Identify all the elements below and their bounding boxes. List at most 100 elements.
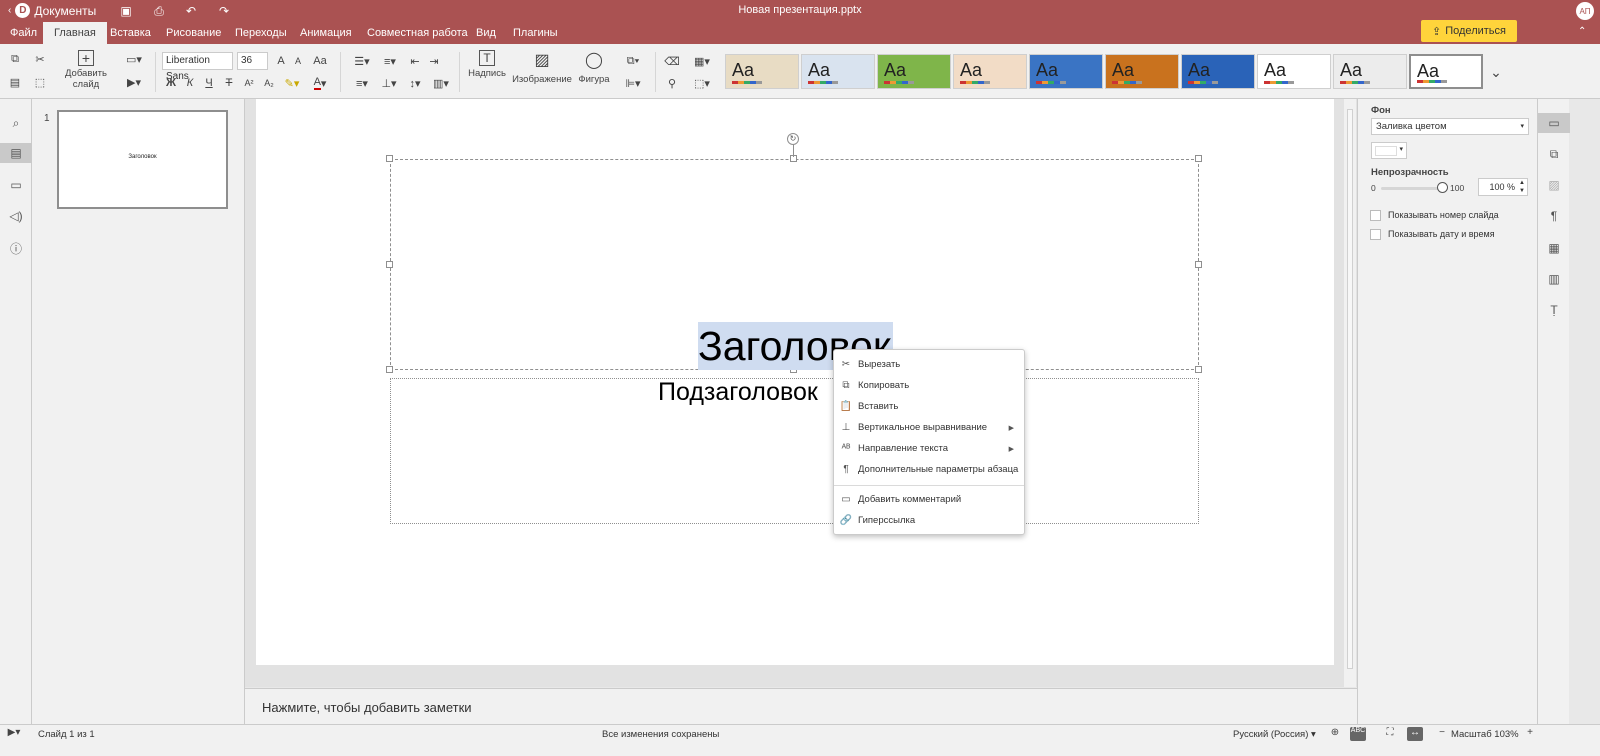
copy-style-icon[interactable]: ⚲ <box>662 73 682 93</box>
rotate-handle-icon[interactable]: ↻ <box>787 133 799 145</box>
bullets-icon[interactable]: ☰▾ <box>349 51 375 71</box>
numbering-icon[interactable]: ≡▾ <box>377 51 403 71</box>
font-name-select[interactable]: Liberation Sans <box>162 52 233 82</box>
theme-thumbnail[interactable]: Aa <box>725 54 799 89</box>
save-icon[interactable]: ▣ <box>118 3 134 19</box>
collapse-ribbon-icon[interactable]: ⌃ <box>1578 26 1586 37</box>
zoom-out-icon[interactable]: − <box>1434 727 1450 741</box>
context-menu-item[interactable]: ✂ Вырезать <box>834 354 1024 375</box>
start-slideshow-icon[interactable]: ▶▾ <box>122 72 146 92</box>
zoom-level[interactable]: Масштаб 103% <box>1451 729 1519 740</box>
insert-shape-button[interactable]: ◯ Фигура <box>573 50 615 85</box>
show-date-time-checkbox[interactable] <box>1370 229 1381 240</box>
highlight-color-icon[interactable]: ✎▾ <box>279 73 305 93</box>
theme-thumbnail[interactable]: Aa <box>1257 54 1331 89</box>
slide-size-icon[interactable]: ⬚▾ <box>689 73 715 93</box>
color-scheme-icon[interactable]: ▦▾ <box>689 51 715 71</box>
slides-panel-icon[interactable]: ▤ <box>0 143 32 163</box>
search-icon[interactable]: ⌕ <box>6 113 26 133</box>
align-shape-icon[interactable]: ⊫▾ <box>620 73 646 93</box>
context-menu-item[interactable]: ⊥ Вертикальное выравнивание ▶ <box>834 417 1024 438</box>
decrease-font-icon[interactable]: A <box>288 51 308 71</box>
app-logo[interactable]: ‹ D Документы <box>8 3 96 18</box>
tab-home[interactable]: Главная <box>43 22 107 44</box>
spinner-arrows-icon[interactable]: ▲ ▼ <box>1519 179 1525 195</box>
theme-thumbnail[interactable]: Aa <box>953 54 1027 89</box>
italic-button[interactable]: К <box>180 73 200 93</box>
arrange-icon[interactable]: ⧉▾ <box>620 51 646 71</box>
copy-icon[interactable]: ⧉ <box>5 49 25 69</box>
tab-animation[interactable]: Анимация <box>298 22 354 44</box>
comments-icon[interactable]: ▭ <box>6 175 26 195</box>
vertical-scrollbar[interactable] <box>1344 99 1356 687</box>
undo-icon[interactable]: ↶ <box>183 3 199 19</box>
print-icon[interactable]: ⎙ <box>151 3 167 19</box>
context-menu-item[interactable]: 📋 Вставить <box>834 396 1024 417</box>
slide-layout-icon[interactable]: ▭▾ <box>122 49 146 69</box>
theme-thumbnail[interactable]: Aa <box>1409 54 1483 89</box>
context-menu-item[interactable]: ¶ Дополнительные параметры абзаца <box>834 459 1024 480</box>
horizontal-align-icon[interactable]: ≡▾ <box>349 73 375 93</box>
theme-thumbnail[interactable]: Aa <box>801 54 875 89</box>
show-slide-number-checkbox[interactable] <box>1370 210 1381 221</box>
theme-thumbnail[interactable]: Aa <box>1105 54 1179 89</box>
slide-settings-icon[interactable]: ▭ <box>1538 113 1570 133</box>
superscript-button[interactable]: A² <box>239 73 259 93</box>
about-icon[interactable]: ⓘ <box>6 238 26 258</box>
select-all-icon[interactable]: ⬚ <box>30 72 50 92</box>
fit-width-icon[interactable]: ↔ <box>1407 727 1423 741</box>
theme-thumbnail[interactable]: Aa <box>1181 54 1255 89</box>
tab-insert[interactable]: Вставка <box>108 22 153 44</box>
cut-icon[interactable]: ✂ <box>30 49 50 69</box>
theme-thumbnail[interactable]: Aa <box>1333 54 1407 89</box>
increase-indent-icon[interactable]: ⇥ <box>424 51 444 71</box>
opacity-slider[interactable] <box>1381 187 1443 190</box>
slide-subtitle-text[interactable]: Подзаголовок <box>658 378 818 407</box>
feedback-icon[interactable]: ◁) <box>6 206 26 226</box>
tab-plugins[interactable]: Плагины <box>511 22 560 44</box>
shape-settings-icon[interactable]: ⧉ <box>1544 144 1564 164</box>
theme-thumbnail[interactable]: Aa <box>1029 54 1103 89</box>
slideshow-icon[interactable]: ▶▾ <box>6 727 22 741</box>
text-art-settings-icon[interactable]: Ṭ <box>1544 300 1564 320</box>
tab-collaboration[interactable]: Совместная работа <box>365 22 470 44</box>
vertical-align-icon[interactable]: ⊥▾ <box>377 73 401 93</box>
themes-more-icon[interactable]: ⌄ <box>1484 60 1508 84</box>
spellcheck-icon[interactable]: ABC <box>1350 727 1366 741</box>
decrease-indent-icon[interactable]: ⇤ <box>405 51 425 71</box>
font-size-select[interactable]: 36 <box>237 52 268 70</box>
insert-image-button[interactable]: ▨ Изображение <box>512 50 572 85</box>
slide-thumbnail[interactable]: Заголовок <box>57 110 228 209</box>
opacity-input[interactable]: 100 % ▲ ▼ <box>1478 178 1528 196</box>
strikethrough-button[interactable]: Т <box>219 73 239 93</box>
tab-transitions[interactable]: Переходы <box>233 22 289 44</box>
font-color-icon[interactable]: A ▾ <box>307 73 333 93</box>
chart-settings-icon[interactable]: ▥ <box>1544 269 1564 289</box>
line-spacing-icon[interactable]: ↕▾ <box>403 73 427 93</box>
globe-icon[interactable]: ⊕ <box>1327 727 1343 741</box>
image-settings-icon[interactable]: ▨ <box>1544 175 1564 195</box>
context-menu-item[interactable]: ⧉ Копировать <box>834 375 1024 396</box>
fit-slide-icon[interactable]: ⛶ <box>1382 727 1398 741</box>
insert-text-box-button[interactable]: T Надпись <box>461 50 513 79</box>
clear-style-icon[interactable]: ⌫ <box>662 51 682 71</box>
table-settings-icon[interactable]: ▦ <box>1544 238 1564 258</box>
user-avatar[interactable]: АП <box>1576 2 1594 20</box>
theme-thumbnail[interactable]: Aa <box>877 54 951 89</box>
redo-icon[interactable]: ↷ <box>216 3 232 19</box>
columns-icon[interactable]: ▥▾ <box>429 73 453 93</box>
paste-icon[interactable]: ▤ <box>5 72 25 92</box>
share-button[interactable]: ⇪ Поделиться <box>1421 20 1517 42</box>
change-case-icon[interactable]: Aa <box>308 51 332 71</box>
notes-panel[interactable]: Нажмите, чтобы добавить заметки <box>245 688 1357 724</box>
opacity-slider-handle[interactable] <box>1437 182 1448 193</box>
language-select[interactable]: Русский (Россия) ▾ <box>1233 729 1316 740</box>
subscript-button[interactable]: A₂ <box>259 73 279 93</box>
tab-file[interactable]: Файл <box>8 22 39 44</box>
underline-button[interactable]: Ч <box>199 73 219 93</box>
context-menu-item[interactable]: 🔗 Гиперссылка <box>834 510 1024 531</box>
fill-color-picker[interactable]: ▾ <box>1371 142 1407 159</box>
context-menu-item[interactable]: ᴬᴮ Направление текста ▶ <box>834 438 1024 459</box>
tab-draw[interactable]: Рисование <box>164 22 223 44</box>
paragraph-settings-icon[interactable]: ¶ <box>1544 206 1564 226</box>
